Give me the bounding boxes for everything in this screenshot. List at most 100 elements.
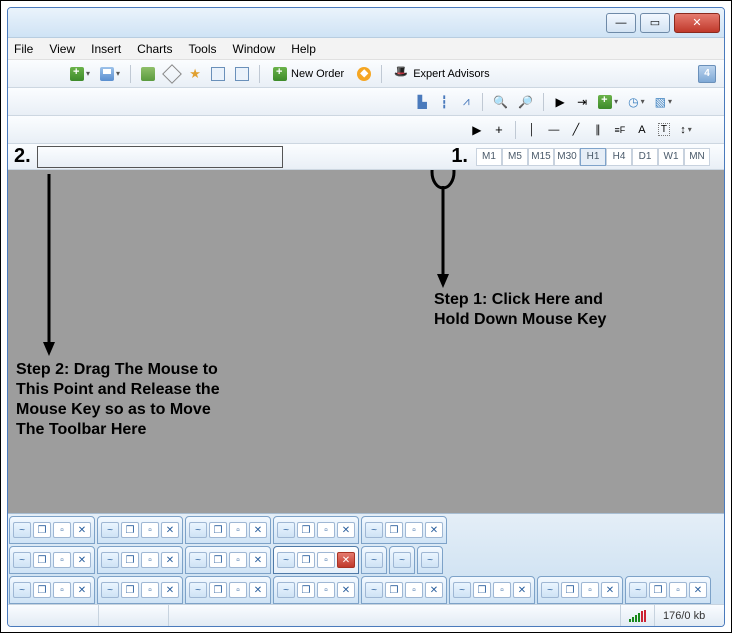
chart-tab[interactable]: ~❐▫✕ [361, 516, 447, 544]
restore-icon[interactable]: ❐ [121, 522, 139, 538]
max-icon[interactable]: ▫ [53, 522, 71, 538]
chart-tab[interactable]: ~❐▫✕ [449, 576, 535, 604]
max-icon[interactable]: ▫ [669, 582, 687, 598]
chart-tab[interactable]: ~❐▫✕ [273, 546, 359, 574]
terminal-button[interactable] [207, 64, 229, 84]
chart-tab[interactable]: ~❐▫✕ [9, 546, 95, 574]
max-icon[interactable]: ▫ [405, 582, 423, 598]
close-tab-icon[interactable]: ✕ [601, 582, 619, 598]
profiles-button[interactable]: ▾ [96, 64, 124, 84]
chart-tab[interactable]: ~❐▫✕ [9, 516, 95, 544]
max-icon[interactable]: ▫ [229, 582, 247, 598]
max-icon[interactable]: ▫ [317, 522, 335, 538]
chart-tab[interactable]: ~❐▫✕ [625, 576, 711, 604]
templates-button[interactable]: ▧▾ [651, 92, 676, 112]
max-icon[interactable]: ▫ [317, 582, 335, 598]
max-icon[interactable]: ▫ [405, 522, 423, 538]
chart-tab[interactable]: ~❐▫✕ [185, 516, 271, 544]
chart-tab[interactable]: ~❐▫✕ [273, 576, 359, 604]
restore-icon[interactable]: ❐ [297, 522, 315, 538]
max-icon[interactable]: ▫ [317, 552, 335, 568]
new-chart-button[interactable]: ▾ [66, 64, 94, 84]
expert-advisors-button[interactable]: Expert Advisors [388, 64, 496, 84]
restore-icon[interactable]: ❐ [121, 552, 139, 568]
timeframe-m5[interactable]: M5 [502, 148, 528, 166]
horizontal-line-button[interactable]: — [544, 120, 564, 140]
close-tab-icon[interactable]: ✕ [73, 552, 91, 568]
restore-icon[interactable]: ❐ [209, 522, 227, 538]
restore-icon[interactable]: ❐ [33, 582, 51, 598]
restore-icon[interactable]: ❐ [297, 582, 315, 598]
max-icon[interactable]: ▫ [493, 582, 511, 598]
menu-window[interactable]: Window [233, 42, 276, 56]
menu-tools[interactable]: Tools [189, 42, 217, 56]
chart-tab[interactable]: ~❐▫✕ [537, 576, 623, 604]
timeframe-h4[interactable]: H4 [606, 148, 632, 166]
close-tab-icon[interactable]: ✕ [249, 582, 267, 598]
strategy-tester-button[interactable] [231, 64, 253, 84]
chart-tab[interactable]: ~❐▫✕ [97, 516, 183, 544]
close-tab-icon[interactable]: ✕ [161, 552, 179, 568]
maximize-button[interactable]: ▭ [640, 13, 670, 33]
connection-cell[interactable] [620, 605, 654, 626]
max-icon[interactable]: ▫ [141, 552, 159, 568]
timeframe-m30[interactable]: M30 [554, 148, 580, 166]
close-tab-icon[interactable]: ✕ [513, 582, 531, 598]
candlestick-button[interactable]: ┇ [434, 92, 454, 112]
notifications-badge[interactable]: 4 [698, 65, 716, 83]
fibonacci-button[interactable]: ≡F [610, 120, 630, 140]
close-tab-icon[interactable]: ✕ [425, 522, 443, 538]
indicators-button[interactable]: ▾ [594, 92, 622, 112]
arrows-button[interactable]: ↕▾ [676, 120, 696, 140]
text-label-button[interactable]: T [654, 120, 674, 140]
crosshair-button[interactable]: + [489, 120, 509, 140]
restore-icon[interactable]: ❐ [649, 582, 667, 598]
zoom-out-button[interactable]: 🔎 [514, 92, 537, 112]
max-icon[interactable]: ▫ [141, 522, 159, 538]
restore-icon[interactable]: ❐ [33, 522, 51, 538]
timeframe-mn[interactable]: MN [684, 148, 710, 166]
max-icon[interactable]: ▫ [53, 582, 71, 598]
close-tab-icon[interactable]: ✕ [337, 522, 355, 538]
toolbar-drop-target[interactable] [37, 146, 283, 168]
timeframe-m1[interactable]: M1 [476, 148, 502, 166]
menu-file[interactable]: File [14, 42, 33, 56]
restore-icon[interactable]: ❐ [473, 582, 491, 598]
chart-tab[interactable]: ~ [417, 546, 443, 574]
restore-icon[interactable]: ❐ [33, 552, 51, 568]
max-icon[interactable]: ▫ [581, 582, 599, 598]
chart-tab[interactable]: ~❐▫✕ [9, 576, 95, 604]
chart-tab[interactable]: ~❐▫✕ [185, 576, 271, 604]
close-tab-icon[interactable]: ✕ [249, 552, 267, 568]
restore-icon[interactable]: ❐ [297, 552, 315, 568]
close-tab-icon[interactable]: ✕ [337, 552, 355, 568]
restore-icon[interactable]: ❐ [209, 552, 227, 568]
close-tab-icon[interactable]: ✕ [337, 582, 355, 598]
close-tab-icon[interactable]: ✕ [161, 582, 179, 598]
menu-view[interactable]: View [49, 42, 75, 56]
close-tab-icon[interactable]: ✕ [249, 522, 267, 538]
max-icon[interactable]: ▫ [229, 552, 247, 568]
chart-tab[interactable]: ~ [389, 546, 415, 574]
zoom-in-button[interactable]: 🔍 [489, 92, 512, 112]
menu-charts[interactable]: Charts [137, 42, 172, 56]
close-tab-icon[interactable]: ✕ [161, 522, 179, 538]
cursor-button[interactable]: ▶ [467, 120, 487, 140]
channel-button[interactable]: ∥ [588, 120, 608, 140]
timeframe-w1[interactable]: W1 [658, 148, 684, 166]
info-button[interactable]: ◆ [353, 64, 375, 84]
new-order-button[interactable]: New Order [266, 64, 351, 84]
autoscroll-button[interactable]: ▶ [550, 92, 570, 112]
restore-icon[interactable]: ❐ [561, 582, 579, 598]
trendline-button[interactable]: ╱ [566, 120, 586, 140]
chart-tab[interactable]: ~❐▫✕ [97, 576, 183, 604]
max-icon[interactable]: ▫ [53, 552, 71, 568]
close-tab-icon[interactable]: ✕ [425, 582, 443, 598]
line-chart-button[interactable]: ⩘ [456, 92, 476, 112]
close-tab-icon[interactable]: ✕ [689, 582, 707, 598]
chart-tab[interactable]: ~❐▫✕ [361, 576, 447, 604]
vertical-line-button[interactable]: │ [522, 120, 542, 140]
chart-tab[interactable]: ~❐▫✕ [185, 546, 271, 574]
timeframe-d1[interactable]: D1 [632, 148, 658, 166]
close-button[interactable]: ✕ [674, 13, 720, 33]
